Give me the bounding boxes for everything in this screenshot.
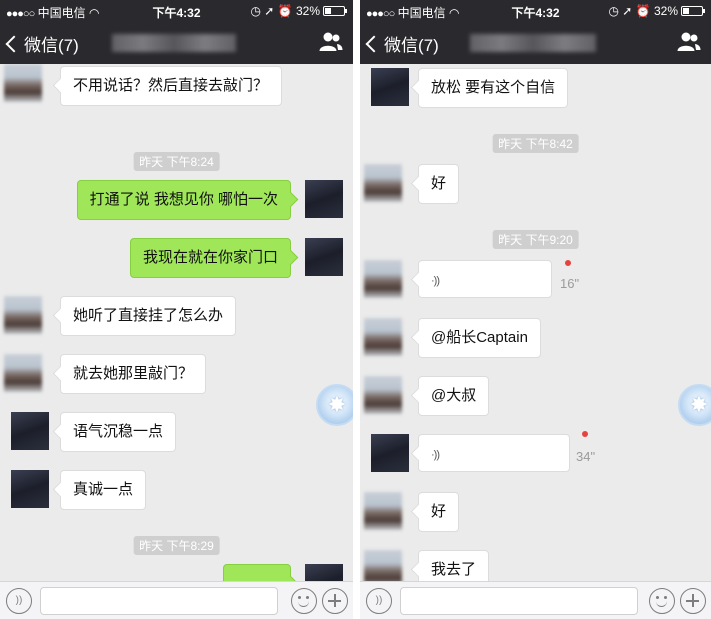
floating-star-icon: ✸ [327, 392, 347, 417]
floating-star-icon: ✸ [689, 392, 709, 417]
avatar[interactable] [11, 412, 49, 450]
timestamp: 昨天 下午8:29 [133, 536, 220, 555]
emoji-icon[interactable] [291, 588, 317, 614]
voice-icon[interactable]: )) [6, 588, 32, 614]
voice-wave-icon: ·)) [431, 275, 440, 287]
timestamp: 昨天 下午8:42 [492, 134, 579, 153]
avatar[interactable] [364, 318, 402, 356]
message-bubble[interactable]: 好 [418, 492, 460, 532]
unread-dot [565, 260, 571, 266]
message-list: 放松 要有这个自信 昨天 下午8:42 好 昨天 下午9:20 ·)) 16" … [360, 64, 711, 581]
avatar[interactable] [11, 470, 49, 508]
emoji-icon[interactable] [649, 588, 675, 614]
voice-duration: 34" [576, 449, 596, 464]
navbar: 微信(7) [360, 22, 711, 64]
input-toolbar: )) [0, 581, 353, 619]
avatar[interactable] [364, 260, 402, 298]
plus-icon[interactable] [322, 588, 348, 614]
message-list: 不用说话？然后直接去敲门？ 昨天 下午8:24 打通了说 我想见你 哪怕一次 我… [0, 64, 353, 581]
message-bubble[interactable]: 她听了直接挂了怎么办 [60, 296, 237, 336]
battery-icon [323, 6, 347, 16]
avatar[interactable] [4, 64, 42, 102]
avatar[interactable] [4, 354, 42, 392]
floating-button[interactable]: ✸ [316, 384, 353, 426]
avatar[interactable] [305, 564, 343, 581]
avatar[interactable] [305, 238, 343, 276]
navbar: 微信(7) [0, 22, 353, 64]
message-bubble[interactable]: 打通了说 我想见你 哪怕一次 [76, 180, 291, 220]
message-bubble[interactable]: 不用说话？然后直接去敲门？ [60, 66, 282, 106]
alarm-icon: ◷ ➚ ⏰ [250, 4, 293, 18]
avatar[interactable] [364, 550, 402, 581]
voice-message[interactable]: ·)) [418, 434, 570, 472]
chat-title-blurred [112, 34, 236, 52]
voice-duration: 16" [560, 276, 580, 291]
message-bubble[interactable]: 放松 要有这个自信 [418, 68, 569, 108]
contacts-icon[interactable] [677, 31, 701, 53]
avatar[interactable] [371, 68, 409, 106]
voice-icon[interactable]: )) [366, 588, 392, 614]
message-bubble[interactable]: 就去她那里敲门？ [60, 354, 207, 394]
input-toolbar: )) [360, 581, 711, 619]
avatar[interactable] [364, 164, 402, 202]
message-input[interactable] [400, 587, 638, 615]
avatar[interactable] [4, 296, 42, 334]
contacts-icon[interactable] [319, 31, 343, 53]
right-chat-screen: ●●●○○ 中国电信 ◠ 下午4:32 ◷ ➚ ⏰ 32% 微信(7) 放松 要… [360, 0, 711, 619]
plus-icon[interactable] [680, 588, 706, 614]
left-chat-screen: ●●●○○ 中国电信 ◠ 下午4:32 ◷ ➚ ⏰ 32% 微信(7) 不用说话… [0, 0, 353, 619]
message-bubble[interactable]: 语气沉稳一点 [60, 412, 177, 452]
back-label: 微信(7) [384, 36, 439, 55]
timestamp: 昨天 下午8:24 [133, 152, 220, 171]
message-bubble[interactable]: @大叔 [418, 376, 490, 416]
message-input[interactable] [40, 587, 278, 615]
back-button[interactable]: 微信(7) [365, 31, 439, 56]
header: ●●●○○ 中国电信 ◠ 下午4:32 ◷ ➚ ⏰ 32% 微信(7) [0, 0, 353, 64]
back-button[interactable]: 微信(7) [5, 31, 79, 56]
status-bar: ●●●○○ 中国电信 ◠ 下午4:32 ◷ ➚ ⏰ 32% [0, 0, 353, 22]
message-bubble[interactable]: 我现在就在你家门口 [129, 238, 291, 278]
avatar[interactable] [364, 376, 402, 414]
avatar[interactable] [364, 492, 402, 530]
battery-percent: 32% [653, 4, 678, 18]
message-bubble[interactable] [223, 564, 291, 581]
message-bubble[interactable]: @船长Captain [418, 318, 541, 358]
message-bubble[interactable]: 好 [418, 164, 460, 204]
unread-dot [582, 431, 588, 437]
back-label: 微信(7) [24, 36, 79, 55]
chevron-left-icon [5, 35, 23, 53]
avatar[interactable] [305, 180, 343, 218]
chat-title-blurred [470, 34, 596, 52]
avatar[interactable] [371, 434, 409, 472]
voice-wave-icon: ·)) [431, 449, 440, 461]
message-bubble[interactable]: 真诚一点 [60, 470, 147, 510]
alarm-icon: ◷ ➚ ⏰ [608, 4, 651, 18]
status-bar: ●●●○○ 中国电信 ◠ 下午4:32 ◷ ➚ ⏰ 32% [360, 0, 711, 22]
battery-icon [681, 6, 705, 16]
battery-percent: 32% [295, 4, 320, 18]
header: ●●●○○ 中国电信 ◠ 下午4:32 ◷ ➚ ⏰ 32% 微信(7) [360, 0, 711, 64]
voice-message[interactable]: ·)) [418, 260, 552, 298]
chevron-left-icon [365, 35, 383, 53]
message-bubble[interactable]: 我去了 [418, 550, 490, 581]
timestamp: 昨天 下午9:20 [492, 230, 579, 249]
